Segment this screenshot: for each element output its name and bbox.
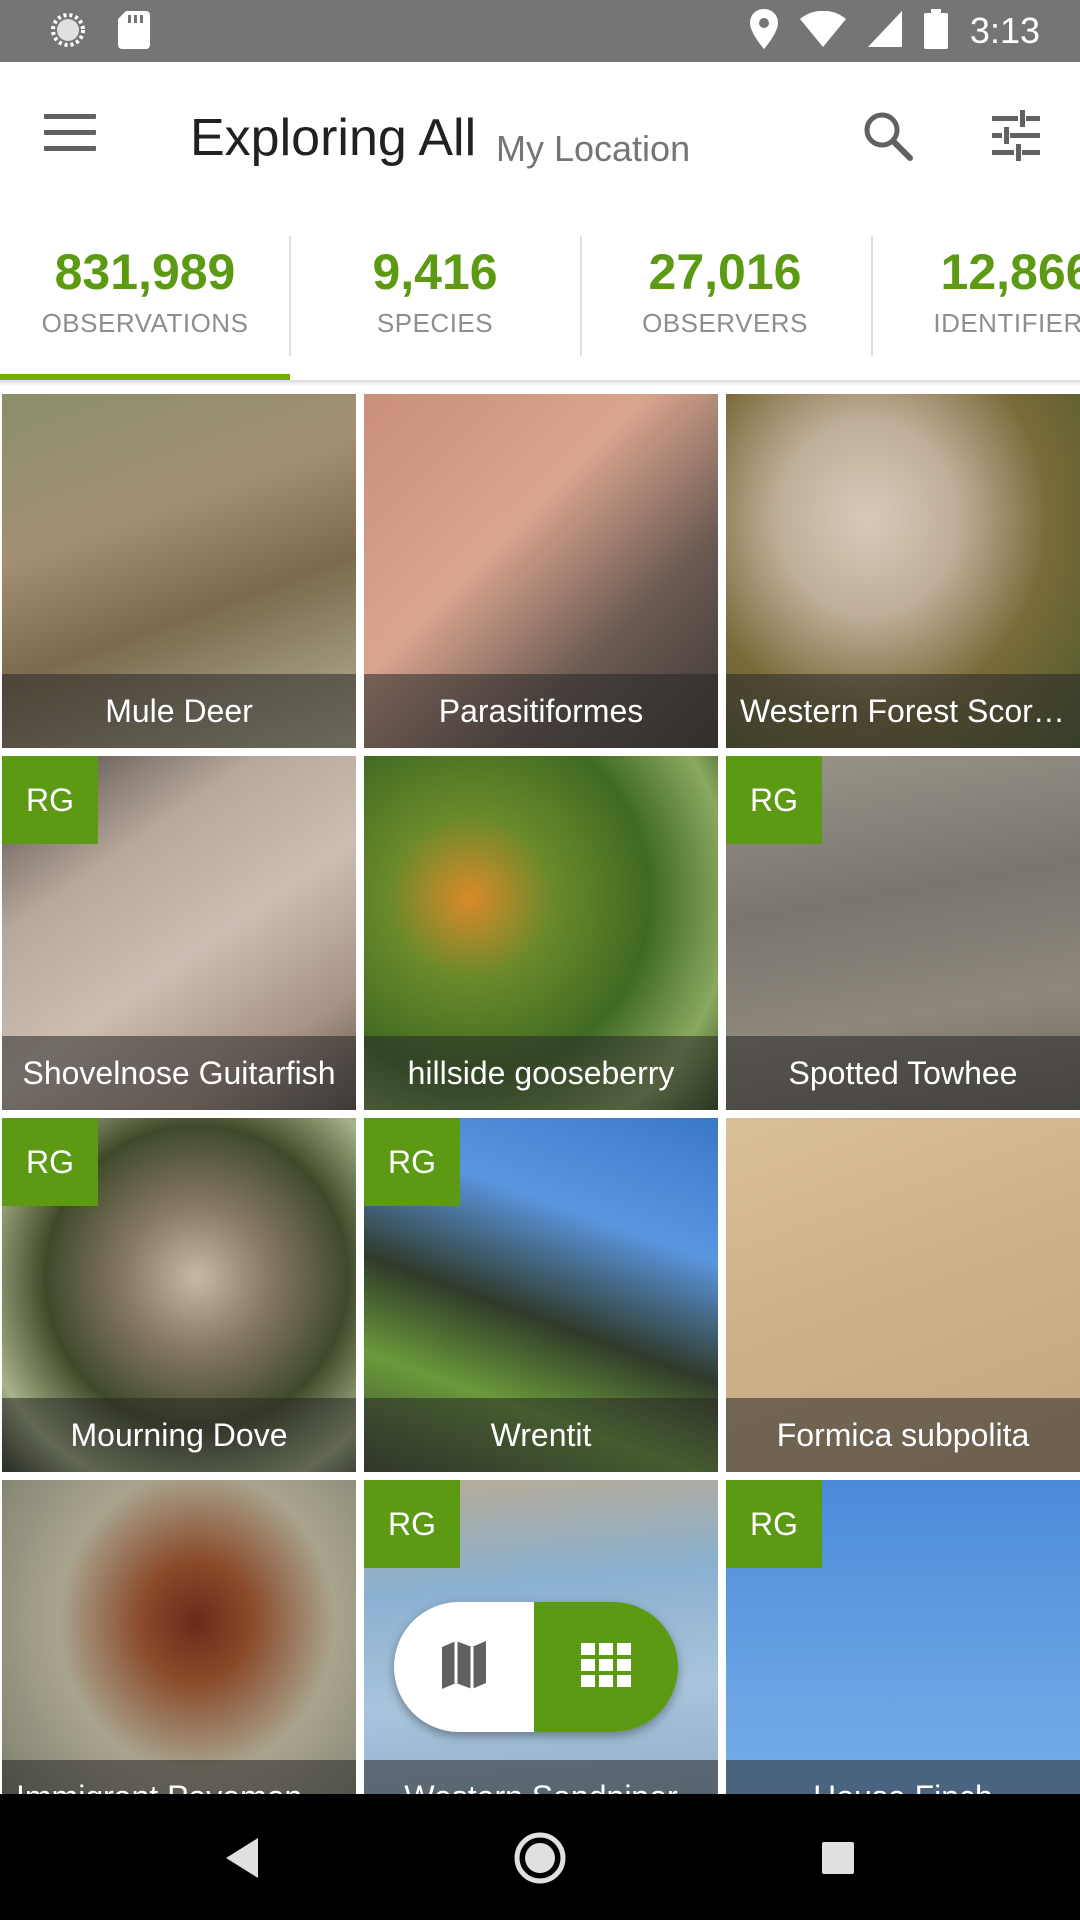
observations-count: 831,989 <box>54 244 236 300</box>
observation-tile[interactable]: RG Mourning Dove <box>2 1118 356 1472</box>
observation-tile[interactable]: RG Spotted Towhee <box>726 756 1080 1110</box>
back-icon[interactable] <box>206 1822 278 1894</box>
observation-tile[interactable]: Mule Deer <box>2 394 356 748</box>
observation-name: Mourning Dove <box>2 1398 356 1472</box>
observation-name: House Finch <box>726 1760 1080 1794</box>
observation-name: Wrentit <box>364 1398 718 1472</box>
research-grade-badge: RG <box>2 1118 98 1206</box>
location-subtitle[interactable]: My Location <box>496 128 690 170</box>
observation-name: Immigrant Pavement Ant <box>2 1760 356 1794</box>
observers-label: OBSERVERS <box>642 308 808 338</box>
observation-tile[interactable]: Parasitiformes <box>364 394 718 748</box>
tab-observations[interactable]: 831,989 OBSERVATIONS <box>0 236 290 366</box>
tab-identifiers[interactable]: 12,866 IDENTIFIERS <box>872 236 1080 366</box>
species-count: 9,416 <box>372 244 498 300</box>
observation-name: Parasitiformes <box>364 674 718 748</box>
observation-tile[interactable]: hillside gooseberry <box>364 756 718 1110</box>
location-icon <box>749 8 778 54</box>
observation-name: hillside gooseberry <box>364 1036 718 1110</box>
research-grade-badge: RG <box>726 756 822 844</box>
observations-label: OBSERVATIONS <box>41 308 249 338</box>
search-icon[interactable] <box>856 104 920 168</box>
observation-name: Formica subpolita <box>726 1398 1080 1472</box>
observation-photo <box>2 1480 356 1794</box>
observation-tile[interactable]: Immigrant Pavement Ant <box>2 1480 356 1794</box>
sd-card-icon <box>118 10 150 54</box>
grid-icon <box>581 1642 631 1692</box>
observation-name: Western Forest Scorpion <box>726 674 1080 748</box>
battery-icon <box>923 8 948 54</box>
tab-observers[interactable]: 27,016 OBSERVERS <box>580 236 870 366</box>
filter-icon[interactable] <box>984 104 1048 168</box>
research-grade-badge: RG <box>364 1480 460 1568</box>
menu-icon[interactable] <box>44 114 96 154</box>
navigation-bar <box>0 1794 1080 1920</box>
signal-icon <box>867 10 902 52</box>
identifiers-label: IDENTIFIERS <box>933 308 1080 338</box>
tab-species[interactable]: 9,416 SPECIES <box>290 236 580 366</box>
identifiers-count: 12,866 <box>940 244 1080 300</box>
home-icon[interactable] <box>504 1822 576 1894</box>
species-label: SPECIES <box>376 308 494 338</box>
observation-grid[interactable]: Mule Deer Parasitiformes Western Forest … <box>2 394 1080 1794</box>
observation-tile[interactable]: Western Forest Scorpion <box>726 394 1080 748</box>
observers-count: 27,016 <box>648 244 802 300</box>
app-bar: Exploring All My Location <box>0 62 1080 218</box>
observation-name: Western Sandpiper <box>364 1760 718 1794</box>
wifi-icon <box>799 10 846 52</box>
stats-shadow <box>0 380 1080 386</box>
view-toggle <box>394 1602 678 1732</box>
map-view-button[interactable] <box>394 1602 534 1732</box>
clock-time: 3:13 <box>969 10 1040 51</box>
loading-circle-icon <box>48 10 88 55</box>
page-title: Exploring All <box>190 109 477 167</box>
stats-tabs: 831,989 OBSERVATIONS 9,416 SPECIES 27,01… <box>0 218 1080 380</box>
research-grade-badge: RG <box>2 756 98 844</box>
research-grade-badge: RG <box>726 1480 822 1568</box>
observation-tile[interactable]: RG Shovelnose Guitarfish <box>2 756 356 1110</box>
observation-tile[interactable]: Formica subpolita <box>726 1118 1080 1472</box>
observation-name: Spotted Towhee <box>726 1036 1080 1110</box>
observation-name: Shovelnose Guitarfish <box>2 1036 356 1110</box>
observation-tile[interactable]: RG Wrentit <box>364 1118 718 1472</box>
map-icon <box>438 1639 490 1696</box>
recents-icon[interactable] <box>802 1822 874 1894</box>
research-grade-badge: RG <box>364 1118 460 1206</box>
grid-view-button[interactable] <box>534 1602 678 1732</box>
observation-tile[interactable]: RG House Finch <box>726 1480 1080 1794</box>
observation-name: Mule Deer <box>2 674 356 748</box>
status-bar: 3:13 <box>0 0 1080 62</box>
